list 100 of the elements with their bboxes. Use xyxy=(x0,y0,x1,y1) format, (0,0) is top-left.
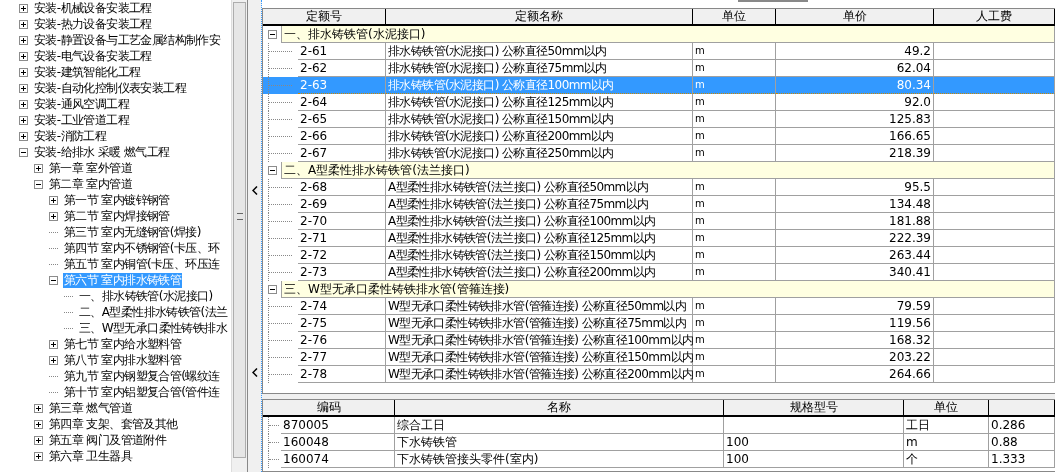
scroll-thumb[interactable] xyxy=(233,2,246,458)
tree-item[interactable]: 第七节 室内给水塑料管 xyxy=(63,336,183,352)
collapse-icon[interactable] xyxy=(19,147,28,157)
tree-item[interactable]: 安装-电气设备安装工程 xyxy=(33,48,153,64)
expand-icon[interactable] xyxy=(49,211,58,221)
tree-item[interactable]: 第六章 卫生器具 xyxy=(48,448,133,464)
expand-icon[interactable] xyxy=(19,19,28,29)
expand-icon[interactable] xyxy=(19,99,28,109)
expand-icon[interactable] xyxy=(49,339,58,349)
column-header[interactable]: 定额号 xyxy=(263,9,386,26)
table-cell: 92.0 xyxy=(776,94,934,111)
table-cell: 2-74 xyxy=(298,298,386,315)
tree-item[interactable]: 第三节 室内无缝钢管(焊接) xyxy=(63,224,202,240)
tree-item[interactable]: 第八节 室内排水塑料管 xyxy=(63,352,183,368)
expand-icon[interactable] xyxy=(19,83,28,93)
table-cell: 264.66 xyxy=(776,366,934,383)
expand-icon[interactable] xyxy=(34,163,43,173)
collapse-icon[interactable] xyxy=(34,179,43,189)
expand-icon[interactable] xyxy=(49,195,58,205)
expand-icon[interactable] xyxy=(19,131,28,141)
expand-icon[interactable] xyxy=(34,419,43,429)
scroll-bar[interactable] xyxy=(231,0,247,472)
tree-item[interactable]: 第二节 室内焊接钢管 xyxy=(63,208,171,224)
tree-item[interactable]: 第九节 室内钢塑复合管(螺纹连 xyxy=(63,368,221,384)
tree-item[interactable]: 安装-通风空调工程 xyxy=(33,96,130,112)
tree-item[interactable]: 第十节 室内铝塑复合管(管件连 xyxy=(63,384,221,400)
tree-item[interactable]: 二、A型柔性排水铸铁管(法兰 xyxy=(78,304,229,320)
tree-item[interactable]: 安装-静置设备与工艺金属结构制作安 xyxy=(33,32,222,48)
tree-item[interactable]: 第五章 阀门及管道附件 xyxy=(48,432,168,448)
table-cell: 2-65 xyxy=(298,111,386,128)
tree-item[interactable]: 三、W型无承口柔性铸铁排水 xyxy=(78,320,229,336)
column-header[interactable]: 人工费 xyxy=(934,9,1055,26)
expand-icon[interactable] xyxy=(34,435,43,445)
column-header[interactable]: 定额名称 xyxy=(386,9,693,26)
table-cell: A型柔性排水铸铁管(法兰接口) 公称直径150mm以内 xyxy=(386,247,693,264)
table-row[interactable]: 2-65 排水铸铁管(水泥接口) 公称直径150mm以内 m 125.83 xyxy=(263,111,1055,128)
tree-item[interactable]: 安装-热力设备安装工程 xyxy=(33,16,153,32)
tree-item[interactable]: 第一节 室内镀锌钢管 xyxy=(63,192,171,208)
expand-icon[interactable] xyxy=(19,51,28,61)
collapse-left-icon[interactable] xyxy=(252,368,258,377)
collapse-icon[interactable] xyxy=(49,275,58,285)
table-row[interactable]: 2-64 排水铸铁管(水泥接口) 公称直径125mm以内 m 92.0 xyxy=(263,94,1055,111)
table-cell: 95.5 xyxy=(776,179,934,196)
tree-item[interactable]: 安装-自动化控制仪表安装工程 xyxy=(33,80,187,96)
table-cell: 100 xyxy=(724,451,904,468)
section-row[interactable]: 三、W型无承口柔性铸铁排水管(管箍连接) xyxy=(281,281,1055,298)
tree-item[interactable]: 安装-机械设备安装工程 xyxy=(33,0,153,16)
table-cell: 下水铸铁管接头零件(室内) xyxy=(395,451,724,468)
tree-item[interactable]: 第五节 室内铜管(卡压、环压连 xyxy=(63,256,221,272)
table-cell: 排水铸铁管(水泥接口) 公称直径100mm以内 xyxy=(386,77,693,94)
tree-item[interactable]: 安装-给排水 采暖 燃气工程 xyxy=(33,144,171,160)
table-cell: W型无承口柔性铸铁排水管(管箍连接) 公称直径75mm以内 xyxy=(386,315,693,332)
column-header[interactable]: 名称 xyxy=(395,400,724,417)
section-row[interactable]: 二、A型柔性排水铸铁管(法兰接口) xyxy=(281,162,1055,179)
column-header[interactable]: 单位 xyxy=(693,9,776,26)
table-row[interactable]: 2-68 A型柔性排水铸铁管(法兰接口) 公称直径50mm以内 m 95.5 xyxy=(263,179,1055,196)
expand-icon[interactable] xyxy=(19,35,28,45)
expand-icon[interactable] xyxy=(19,3,28,13)
tree-item[interactable]: 第二章 室内管道 xyxy=(48,176,133,192)
tree-item[interactable]: 第四节 室内不锈钢管(卡压、环 xyxy=(63,240,221,256)
collapse-icon[interactable] xyxy=(267,285,277,294)
tree-item[interactable]: 安装-消防工程 xyxy=(33,128,108,144)
table-cell: 2-77 xyxy=(298,349,386,366)
table-row[interactable]: 2-75 W型无承口柔性铸铁排水管(管箍连接) 公称直径75mm以内 m 119.56 xyxy=(263,315,1055,332)
section-row[interactable]: 一、排水铸铁管(水泥接口) xyxy=(281,26,1055,43)
tree-item[interactable]: 安装-工业管道工程 xyxy=(33,112,130,128)
expand-icon[interactable] xyxy=(19,115,28,125)
table-row[interactable]: 2-71 A型柔性排水铸铁管(法兰接口) 公称直径125mm以内 m 222.39 xyxy=(263,230,1055,247)
table-cell: 80.34 xyxy=(776,77,934,94)
column-header[interactable]: 规格型号 xyxy=(724,400,904,417)
table-row[interactable]: 2-69 A型柔性排水铸铁管(法兰接口) 公称直径75mm以内 m 134.48 xyxy=(263,196,1055,213)
table-row[interactable]: 2-74 W型无承口柔性铸铁排水管(管箍连接) 公称直径50mm以内 m 79.59 xyxy=(263,298,1055,315)
collapse-left-icon[interactable] xyxy=(252,186,258,195)
tree-item[interactable]: 第一章 室外管道 xyxy=(48,160,133,176)
table-cell: m xyxy=(904,434,989,451)
expand-icon[interactable] xyxy=(19,67,28,77)
expand-icon[interactable] xyxy=(49,355,58,365)
column-header[interactable]: 单价 xyxy=(776,9,934,26)
table-row[interactable]: 2-78 W型无承口柔性铸铁排水管(管箍连接) 公称直径200mm以内 m 264.66 xyxy=(263,366,1055,383)
table-row[interactable]: 2-76 W型无承口柔性铸铁排水管(管箍连接) 公称直径100mm以内 m 168.32 xyxy=(263,332,1055,349)
column-header[interactable]: 编码 xyxy=(263,400,395,417)
collapse-icon[interactable] xyxy=(267,166,277,175)
tree-item[interactable]: 一、排水铸铁管(水泥接口) xyxy=(78,288,214,304)
table-row[interactable]: 2-72 A型柔性排水铸铁管(法兰接口) 公称直径150mm以内 m 263.44 xyxy=(263,247,1055,264)
table-cell: 2-68 xyxy=(298,179,386,196)
tree-item[interactable]: 第三章 燃气管道 xyxy=(48,400,133,416)
table-cell: m xyxy=(693,196,776,213)
table-cell: m xyxy=(693,111,776,128)
expand-icon[interactable] xyxy=(34,451,43,461)
column-header[interactable]: 单位 xyxy=(904,400,989,417)
table-row[interactable]: 2-61 排水铸铁管(水泥接口) 公称直径50mm以内 m 49.2 xyxy=(263,43,1055,60)
table-cell: m xyxy=(693,366,776,383)
tree-item[interactable]: 安装-建筑智能化工程 xyxy=(33,64,142,80)
tree-item[interactable]: 第四章 支架、套管及其他 xyxy=(48,416,179,432)
table-row[interactable]: 2-77 W型无承口柔性铸铁排水管(管箍连接) 公称直径150mm以内 m 203.22 xyxy=(263,349,1055,366)
table-row[interactable]: 2-66 排水铸铁管(水泥接口) 公称直径200mm以内 m 166.65 xyxy=(263,128,1055,145)
table-cell: 个 xyxy=(904,451,989,468)
table-row[interactable]: 2-70 A型柔性排水铸铁管(法兰接口) 公称直径100mm以内 m 181.88 xyxy=(263,213,1055,230)
expand-icon[interactable] xyxy=(34,403,43,413)
collapse-icon[interactable] xyxy=(267,30,277,39)
